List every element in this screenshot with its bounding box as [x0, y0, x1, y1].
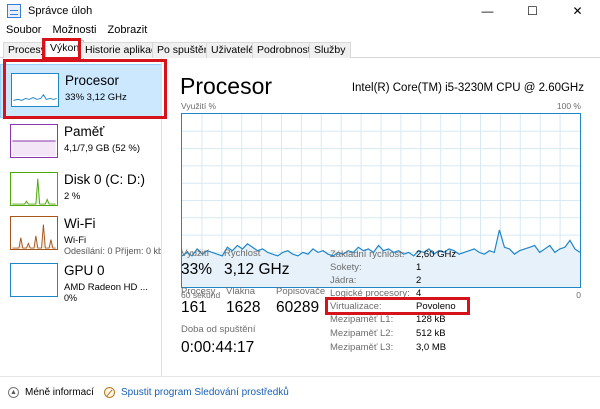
task-manager-icon — [7, 4, 21, 18]
usage-label: Využití — [181, 248, 210, 259]
l2-cache-label: Mezipaměť L2: — [330, 328, 394, 339]
sidebar-item-label: GPU 0 — [64, 263, 105, 278]
graph-top-right-label: 100 % — [556, 101, 581, 111]
cpu-model-name: Intel(R) Core(TM) i5-3230M CPU @ 2.60GHz — [351, 82, 584, 94]
uptime-label: Doba od spuštění — [181, 324, 256, 335]
sidebar-item-label: Disk 0 (C: D:) — [64, 172, 145, 187]
virtualization-value: Povoleno — [416, 301, 456, 312]
uptime-value: 0:00:44:17 — [181, 339, 255, 356]
graph-top-left-label: Využití % — [181, 101, 217, 111]
tab-vykon[interactable]: Výkon — [45, 40, 85, 59]
processes-label: Procesy — [181, 286, 216, 297]
virtualization-label: Virtualizace: — [330, 301, 382, 312]
graph-bottom-right-label: 0 — [576, 290, 581, 300]
wifi-thumbnail-graph — [10, 216, 58, 250]
logical-processors-value: 4 — [416, 288, 422, 299]
sidebar-item-wifi[interactable]: Wi-Fi Wi-Fi Odesílání: 0 Příjem: 0 kb — [0, 208, 161, 262]
sidebar-item-procesor[interactable]: Procesor 33% 3,12 GHz — [0, 64, 161, 118]
tab-bar: Procesy Výkon Historie aplikací Po spušt… — [0, 40, 600, 59]
resource-monitor-link[interactable]: Spustit program Sledování prostředků — [104, 387, 289, 398]
minimize-button[interactable]: — — [465, 0, 510, 22]
cores-value: 2 — [416, 275, 422, 286]
sidebar-item-sub: 4,1/7,9 GB (52 %) — [64, 143, 141, 154]
sidebar-item-pamet[interactable]: Paměť 4,1/7,9 GB (52 %) — [0, 116, 161, 170]
tab-sluzby[interactable]: Služby — [309, 42, 351, 58]
resource-sidebar: Procesor 33% 3,12 GHz Paměť 4,1/7,9 GB (… — [0, 58, 162, 376]
base-speed-value: 2,60 GHz — [416, 249, 457, 260]
task-manager-window: Správce úloh — ☐ ✕ Soubor Možnosti Zobra… — [0, 0, 600, 409]
cpu-thumbnail-graph — [11, 73, 59, 107]
sidebar-item-sub: 33% 3,12 GHz — [65, 92, 127, 103]
sockets-value: 1 — [416, 262, 422, 273]
chevron-up-icon: ▲ — [8, 387, 19, 398]
l3-cache-value: 3,0 MB — [416, 342, 447, 353]
memory-thumbnail-graph — [10, 124, 58, 158]
usage-value: 33% — [181, 261, 213, 278]
handles-value: 60289 — [276, 299, 320, 316]
menu-soubor[interactable]: Soubor — [0, 22, 46, 39]
base-speed-label: Základní rychlost: — [330, 249, 405, 260]
sidebar-item-label: Procesor — [65, 73, 120, 88]
disk-thumbnail-graph — [10, 172, 58, 206]
sidebar-item-sub: Wi-Fi — [64, 235, 87, 246]
sidebar-item-label: Wi-Fi — [64, 216, 96, 231]
footer-bar: ▲ Méně informací Spustit program Sledová… — [0, 376, 600, 409]
l2-cache-value: 512 kB — [416, 328, 446, 339]
sidebar-item-label: Paměť — [64, 124, 105, 139]
speed-value: 3,12 GHz — [224, 261, 290, 278]
l1-cache-value: 128 kB — [416, 314, 446, 325]
threads-label: Vlákna — [226, 286, 256, 297]
menu-zobrazit[interactable]: Zobrazit — [102, 22, 153, 39]
tab-procesy[interactable]: Procesy — [3, 42, 51, 58]
l3-cache-label: Mezipaměť L3: — [330, 342, 394, 353]
logical-processors-label: Logické procesory: — [330, 288, 410, 299]
sockets-label: Sokety: — [330, 262, 362, 273]
threads-value: 1628 — [226, 299, 261, 316]
maximize-button[interactable]: ☐ — [510, 0, 555, 22]
page-title: Procesor — [180, 73, 273, 99]
title-bar: Správce úloh — ☐ ✕ — [0, 0, 600, 22]
resource-monitor-label: Spustit program Sledování prostředků — [121, 387, 289, 398]
gpu-thumbnail-graph — [10, 263, 58, 297]
sidebar-item-sub: AMD Radeon HD ... — [64, 282, 148, 293]
handles-label: Popisovače — [276, 286, 326, 297]
menu-moznosti[interactable]: Možnosti — [46, 22, 101, 39]
speed-label: Rychlost — [224, 248, 261, 259]
menu-bar: Soubor Možnosti Zobrazit — [0, 22, 152, 39]
processes-value: 161 — [181, 299, 207, 316]
sidebar-item-sub: 2 % — [64, 191, 81, 202]
less-info-button[interactable]: ▲ Méně informací — [8, 387, 94, 398]
window-title: Správce úloh — [28, 5, 93, 17]
sidebar-item-sub2: 0% — [64, 293, 78, 303]
performance-panel: Procesor Intel(R) Core(TM) i5-3230M CPU … — [170, 58, 600, 376]
resource-monitor-icon — [104, 387, 115, 398]
less-info-label: Méně informací — [25, 387, 94, 398]
l1-cache-label: Mezipaměť L1: — [330, 314, 394, 325]
sidebar-item-gpu[interactable]: GPU 0 AMD Radeon HD ... 0% — [0, 255, 161, 309]
close-button[interactable]: ✕ — [555, 0, 600, 22]
cores-label: Jádra: — [330, 275, 357, 286]
